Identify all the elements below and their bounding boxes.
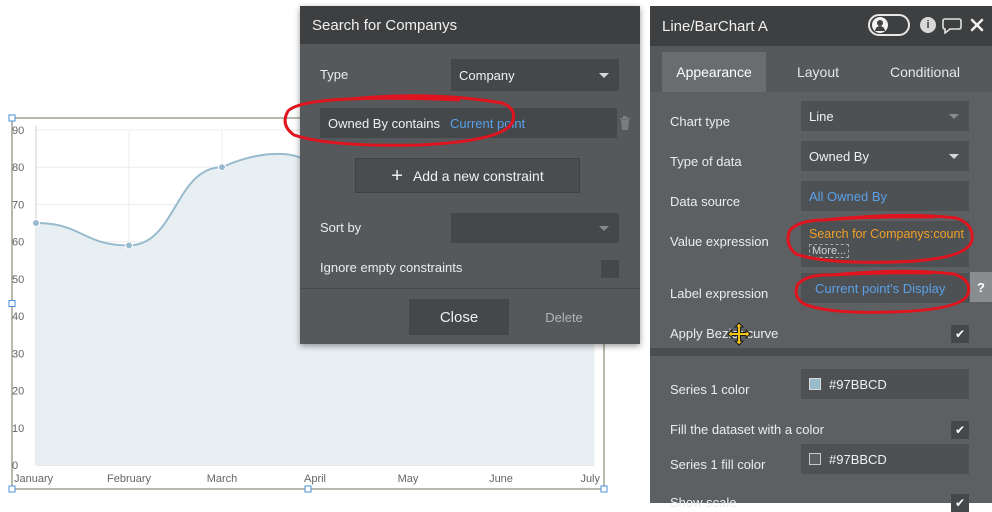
series1-color-picker[interactable]: #97BBCD [801,369,969,399]
info-icon[interactable]: i [920,17,936,33]
chart-type-dropdown[interactable]: Line [801,101,969,131]
property-editor-panel: Line/BarChart A i Appearance Layout Cond… [650,6,992,512]
x-tick-label: July [580,473,600,485]
type-of-data-dropdown[interactable]: Owned By [801,141,969,171]
y-tick-label: 90 [12,125,24,137]
series1-color-value: #97BBCD [829,376,887,392]
series1-fill-label: Series 1 fill color [670,457,766,472]
search-popup-title: Search for Companys [300,6,640,44]
constraint-value[interactable]: Current point [450,116,525,131]
type-dropdown-value: Company [459,67,515,83]
trash-icon[interactable] [619,116,631,130]
data-source-value: All Owned By [809,188,888,204]
resize-handle[interactable] [600,485,608,493]
resize-handle[interactable] [304,485,312,493]
avatar-icon [872,17,888,33]
x-tick-label: April [304,473,326,485]
data-point [125,241,133,250]
value-expression-label: Value expression [670,234,769,249]
label-expression-value: Current point's Display [815,280,946,296]
series1-color-label: Series 1 color [670,382,750,397]
show-scale-checkbox[interactable]: ✔ [951,494,969,512]
delete-button[interactable]: Delete [524,299,604,335]
x-tick-label: March [207,473,238,485]
y-tick-label: 10 [12,423,24,435]
chevron-down-icon [949,154,959,159]
data-source-field[interactable]: All Owned By [801,181,969,211]
fill-dataset-checkbox[interactable]: ✔ [951,421,969,439]
tab-conditional[interactable]: Conditional [870,52,980,92]
x-tick-label: May [398,473,419,485]
chevron-down-icon [599,226,609,231]
type-label: Type [320,67,349,82]
y-tick-label: 80 [12,162,24,174]
y-tick-label: 40 [12,311,24,323]
data-point [218,163,226,172]
constraint-field[interactable]: Owned By contains [328,116,440,131]
data-source-label: Data source [670,194,741,209]
x-tick-label: January [14,473,54,485]
fill-dataset-label: Fill the dataset with a color [670,422,824,437]
close-button[interactable]: Close [409,299,509,335]
add-constraint-label: Add a new constraint [412,167,544,184]
divider [300,288,640,289]
value-expression-field[interactable]: Search for Companys:count More... [801,221,969,267]
resize-handle[interactable] [8,485,16,493]
value-expression-value: Search for Companys:count [809,227,964,241]
section-divider [650,348,992,356]
y-tick-label: 70 [12,199,24,211]
tab-layout[interactable]: Layout [766,52,870,92]
sort-label: Sort by [320,220,362,235]
chart-type-value: Line [809,108,834,124]
chevron-down-icon [599,73,609,78]
y-tick-label: 60 [12,237,24,249]
panel-title: Line/BarChart A [662,18,768,35]
chevron-down-icon [949,114,959,119]
help-tab[interactable]: ? [970,272,992,302]
resize-handle[interactable] [8,114,16,122]
add-constraint-button[interactable]: + Add a new constraint [355,158,580,193]
y-tick-label: 30 [12,348,24,360]
color-swatch [809,453,821,465]
close-icon[interactable] [970,18,984,32]
x-tick-label: June [489,473,513,485]
search-popup: Search for Companys Type Company Owned B… [300,6,640,344]
value-expression-more[interactable]: More... [809,244,850,258]
y-tick-label: 0 [12,460,18,472]
plus-icon: + [391,164,403,187]
y-tick-label: 50 [12,274,24,286]
y-tick-label: 20 [12,386,24,398]
type-of-data-value: Owned By [809,148,869,164]
label-expression-label: Label expression [670,286,769,301]
type-dropdown[interactable]: Company [451,59,619,91]
comment-icon[interactable] [942,17,962,34]
bezier-label: Apply Bezier curve [670,326,779,341]
ignore-empty-checkbox[interactable] [601,260,619,278]
chart-type-label: Chart type [670,114,730,129]
series1-fill-picker[interactable]: #97BBCD [801,444,969,474]
series1-fill-value: #97BBCD [829,451,887,467]
move-cursor-icon [727,322,751,346]
element-toggle[interactable] [868,14,910,36]
panel-tabs: Appearance Layout Conditional [662,52,980,92]
tab-appearance[interactable]: Appearance [662,52,766,92]
label-expression-field[interactable]: Current point's Display [801,273,969,303]
bezier-checkbox[interactable]: ✔ [951,325,969,343]
appearance-tab-body: Chart type Line Type of data Owned By Da… [650,92,992,512]
sort-dropdown[interactable] [451,213,619,243]
resize-handle[interactable] [8,300,16,307]
data-point [32,219,40,228]
panel-header: Line/BarChart A i [650,6,992,46]
type-of-data-label: Type of data [670,154,742,169]
x-tick-label: February [107,473,152,485]
ignore-empty-label: Ignore empty constraints [320,260,463,275]
constraint-row[interactable]: Owned By contains Current point [320,108,617,138]
color-swatch [809,378,821,390]
